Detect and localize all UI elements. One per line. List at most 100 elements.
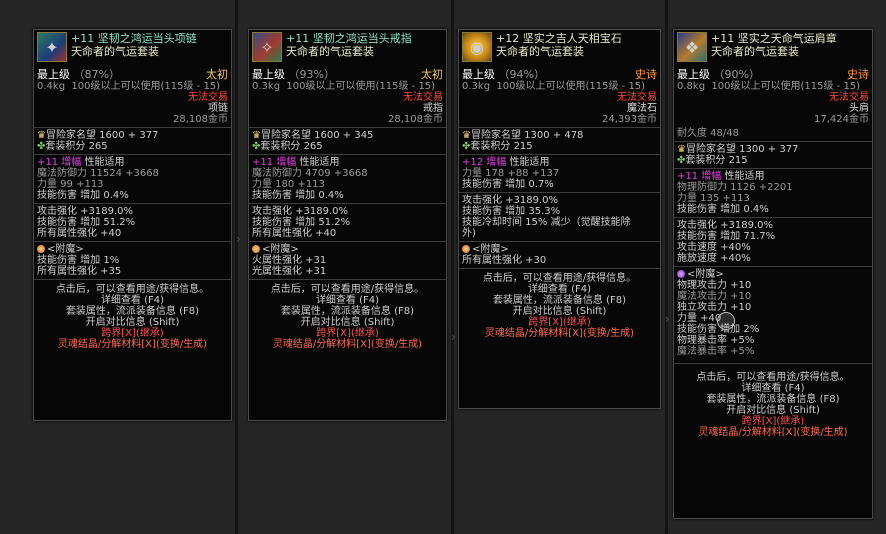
item-tooltip-ring: ✧ +11 坚韧之鸿运当头戒指 天命者的气运套装 最上级 （93%） 太初 0.3k… — [248, 29, 447, 421]
enchant-line: 物理暴击率 +5% — [677, 335, 755, 346]
enchant-line: 技能伤害 增加 1% — [37, 255, 120, 266]
set-info-hint[interactable]: 套装属性，流派装备信息 (F8) — [676, 394, 870, 405]
column-separator — [451, 0, 454, 534]
stat-line: 外) — [462, 228, 476, 239]
defense: 物理防御力 1126 +2201 — [677, 182, 793, 193]
amp-level: +11 — [37, 157, 59, 168]
rarity: 史诗 — [847, 68, 869, 81]
strength: 力量 99 +113 — [37, 179, 104, 190]
skill-damage: 技能伤害 增加 0.4% — [37, 190, 129, 201]
set-info-hint[interactable]: 套装属性，流派装备信息 (F8) — [461, 295, 658, 306]
enchant-orb-icon — [462, 245, 470, 253]
usage-info: 点击后，可以查看用途/获得信息。 详细查看 (F4) 套装属性，流派装备信息 (… — [249, 282, 446, 352]
stat-line: 攻击强化 +3189.0% — [252, 206, 349, 217]
detail-view-hint[interactable]: 详细查看 (F4) — [36, 295, 229, 306]
item-name: +11 坚韧之鸿运当头戒指 — [286, 32, 412, 45]
detail-view-hint[interactable]: 详细查看 (F4) — [461, 284, 658, 295]
reputation: 冒险家名望 1300 + 377 — [685, 144, 799, 155]
compare-hint[interactable]: 开启对比信息 (Shift) — [251, 317, 444, 328]
usage-info: 点击后，可以查看用途/获得信息。 详细查看 (F4) 套装属性，流派装备信息 (… — [674, 366, 872, 440]
chevron-right-icon: › — [236, 232, 241, 246]
level-req: 100级以上可以使用(115级 - 15) — [71, 81, 221, 92]
cross-realm-hint[interactable]: 跨界[X](继承) — [676, 416, 870, 427]
strength: 力量 178 +88 +137 — [462, 168, 560, 179]
weight: 0.4kg — [37, 81, 66, 92]
level-req: 100级以上可以使用(115级 - 15) — [496, 81, 646, 92]
slot-type: 戒指 — [423, 103, 443, 114]
defense: 魔法防御力 11524 +3668 — [37, 168, 159, 179]
set-name: 天命者的气运套装 — [711, 45, 799, 58]
item-tooltip-necklace: ✦ +11 坚韧之鸿运当头项链 天命者的气运套装 最上级 （87%） 太初 0.4k… — [33, 29, 232, 421]
enchant-line: 独立攻击力 +10 — [677, 302, 752, 313]
soul-crystal-hint[interactable]: 灵魂结晶/分解材料[X](变换/生成) — [461, 328, 658, 339]
level-req: 100级以上可以使用(115级 - 15) — [286, 81, 436, 92]
grade-pct: （93%） — [288, 68, 335, 81]
slot-type: 头肩 — [849, 103, 869, 114]
compare-hint[interactable]: 开启对比信息 (Shift) — [36, 317, 229, 328]
strength: 力量 180 +113 — [252, 179, 325, 190]
enchant-line: 技能伤害 增加 2% — [677, 324, 760, 335]
amp-level: +11 — [252, 157, 274, 168]
trade-status: 无法交易 — [188, 92, 228, 103]
set-name: 天命者的气运套装 — [71, 45, 159, 58]
enchant-header: <附魔> — [262, 244, 299, 255]
reputation-icon: ♛ — [252, 130, 261, 141]
item-name: +11 坚实之天命气运肩章 — [711, 32, 837, 45]
soul-crystal-hint[interactable]: 灵魂结晶/分解材料[X](变换/生成) — [36, 339, 229, 350]
amp-applied: 性能适用 — [84, 157, 125, 168]
amp-applied: 性能适用 — [299, 157, 340, 168]
durability: 耐久度 48/48 — [677, 128, 739, 139]
stat-line: 攻击速度 +40% — [677, 242, 751, 253]
grade-pct: （90%） — [713, 68, 760, 81]
enchant-orb-icon — [677, 270, 685, 278]
amp-level: +11 — [677, 171, 699, 182]
trade-status: 无法交易 — [617, 92, 657, 103]
set-points: 套装积分 265 — [45, 141, 108, 152]
item-name: +11 坚韧之鸿运当头项链 — [71, 32, 197, 45]
reputation-icon: ♛ — [462, 130, 471, 141]
reputation: 冒险家名望 1300 + 478 — [470, 130, 584, 141]
detail-view-hint[interactable]: 详细查看 (F4) — [251, 295, 444, 306]
enchant-header: <附魔> — [47, 244, 84, 255]
usage-info: 点击后，可以查看用途/获得信息。 详细查看 (F4) 套装属性，流派装备信息 (… — [34, 282, 231, 352]
grade-pct: （87%） — [73, 68, 120, 81]
set-info-hint[interactable]: 套装属性，流派装备信息 (F8) — [36, 306, 229, 317]
stat-line: 攻击强化 +3189.0% — [677, 220, 774, 231]
level-req: 100级以上可以使用(115级 - 15) — [711, 81, 861, 92]
grade: 最上级 — [677, 68, 710, 81]
set-info-hint[interactable]: 套装属性，流派装备信息 (F8) — [251, 306, 444, 317]
enchant-line: 物理攻击力 +10 — [677, 280, 752, 291]
reputation-icon: ♛ — [37, 130, 46, 141]
cross-realm-hint[interactable]: 跨界[X](继承) — [36, 328, 229, 339]
amp-label: 增幅 — [61, 157, 82, 168]
item-name: +12 坚实之吉人天相宝石 — [496, 32, 622, 45]
strength: 力量 135 +113 — [677, 193, 750, 204]
cross-realm-hint[interactable]: 跨界[X](继承) — [461, 317, 658, 328]
soul-crystal-hint[interactable]: 灵魂结晶/分解材料[X](变换/生成) — [251, 339, 444, 350]
item-tooltip-gem: ◉ +12 坚实之吉人天相宝石 天命者的气运套装 最上级 （94%） 史诗 0.3k… — [458, 29, 661, 409]
rarity: 太初 — [206, 68, 228, 81]
amp-label: 增幅 — [276, 157, 297, 168]
enchant-line: 光属性强化 +31 — [252, 266, 327, 277]
enchant-line: 火属性强化 +31 — [252, 255, 327, 266]
amp-label: 增幅 — [701, 171, 722, 182]
enchant-header: <附魔> — [472, 244, 509, 255]
grade: 最上级 — [462, 68, 495, 81]
cursor-indicator — [717, 312, 735, 330]
enchant-line: 所有属性强化 +30 — [462, 255, 547, 266]
set-name: 天命者的气运套装 — [496, 45, 584, 58]
stat-line: 攻击强化 +3189.0% — [37, 206, 134, 217]
compare-hint[interactable]: 开启对比信息 (Shift) — [676, 405, 870, 416]
compare-hint[interactable]: 开启对比信息 (Shift) — [461, 306, 658, 317]
info-line: 点击后，可以查看用途/获得信息。 — [696, 372, 850, 383]
detail-view-hint[interactable]: 详细查看 (F4) — [676, 383, 870, 394]
info-line: 点击后，可以查看用途/获得信息。 — [482, 273, 637, 284]
slot-type: 项链 — [208, 103, 228, 114]
enchant-orb-icon — [252, 245, 260, 253]
cross-realm-hint[interactable]: 跨界[X](继承) — [251, 328, 444, 339]
soul-crystal-hint[interactable]: 灵魂结晶/分解材料[X](变换/生成) — [676, 427, 870, 438]
column-separator — [235, 0, 238, 534]
weight: 0.8kg — [677, 81, 706, 92]
skill-damage: 技能伤害 增加 0.7% — [462, 179, 554, 190]
amp-label: 增幅 — [486, 157, 507, 168]
